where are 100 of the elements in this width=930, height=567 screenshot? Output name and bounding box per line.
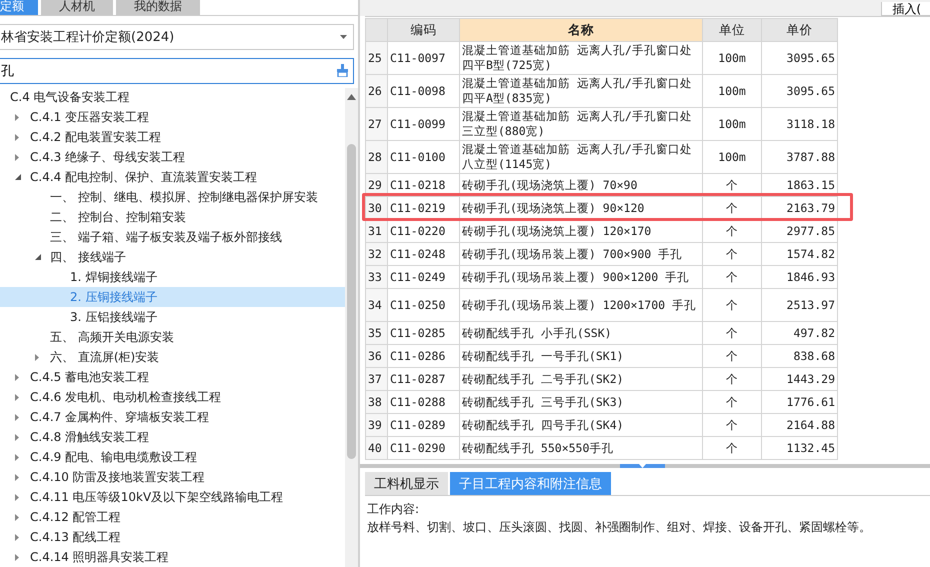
column-header[interactable]: 编码 [388, 18, 460, 42]
tree-item[interactable]: C.4.8 滑触线安装工程 [30, 428, 150, 446]
table-cell: C11-0248 [388, 242, 460, 266]
tree-item[interactable]: 1. 焊铜接线端子 [70, 268, 158, 286]
tree-item[interactable]: C.4.3 绝缘子、母线安装工程 [30, 148, 186, 166]
table-cell: C11-0287 [388, 368, 460, 390]
table-cell: 497.82 [762, 322, 838, 344]
table-cell: 砖砌手孔(现场吊装上覆) 900×1200 手孔 [460, 266, 702, 288]
table-cell: 砖砌配线手孔 三号手孔(SK3) [460, 390, 702, 414]
table-cell: C11-0249 [388, 266, 460, 288]
column-header[interactable]: 单价 [762, 18, 838, 42]
column-header[interactable]: 名称 [460, 18, 702, 42]
tree-item[interactable]: 六、 直流屏(柜)安装 [50, 348, 160, 366]
row-number-cell: 32 [366, 242, 388, 266]
column-header[interactable]: 单位 [702, 18, 762, 42]
collapsed-arrow-icon[interactable] [15, 434, 19, 440]
collapsed-arrow-icon[interactable] [15, 134, 19, 140]
table-cell: 1776.61 [762, 390, 838, 414]
tab[interactable]: 人材机 [41, 0, 113, 15]
scrollbar[interactable] [345, 88, 358, 567]
tree-item[interactable]: 三、 端子箱、端子板安装及端子板外部接线 [50, 228, 282, 246]
table-cell: 个 [702, 220, 762, 242]
tree-item[interactable]: C.4.1 变压器安装工程 [30, 108, 150, 126]
table-cell: 个 [702, 436, 762, 460]
collapsed-arrow-icon[interactable] [15, 514, 19, 520]
table-cell: 个 [702, 322, 762, 344]
brush-icon[interactable] [336, 64, 349, 77]
collapsed-arrow-icon[interactable] [15, 454, 19, 460]
tree-item[interactable]: C.4.14 照明器具安装工程 [30, 548, 169, 566]
dropdown-caret-icon [340, 35, 347, 39]
table-cell: 3095.65 [762, 42, 838, 74]
collapsed-arrow-icon[interactable] [15, 554, 19, 560]
table-cell: 100m [702, 42, 762, 74]
collapsed-arrow-icon[interactable] [15, 394, 19, 400]
row-number-cell: 35 [366, 322, 388, 344]
tree-item[interactable]: C.4.11 电压等级10kV及以下架空线路输电工程 [30, 488, 284, 506]
row-number-cell: 39 [366, 414, 388, 436]
table-cell: 2977.85 [762, 220, 838, 242]
table-cell: 100m [702, 108, 762, 140]
insert-button[interactable]: 插入( [881, 2, 930, 16]
tree-item[interactable]: 一、 控制、继电、模拟屏、控制继电器保护屏安装 [50, 188, 318, 206]
table-cell: C11-0100 [388, 140, 460, 174]
search-field[interactable]: 孔 [0, 58, 354, 84]
row-number-cell: 34 [366, 288, 388, 322]
table-cell: 混凝土管道基础加筋 远离人孔/手孔窗口处八立型(1145宽) [460, 140, 702, 174]
tree-item[interactable]: C.4.13 配线工程 [30, 528, 121, 546]
scroll-up-icon[interactable] [347, 94, 356, 100]
table-cell: C11-0220 [388, 220, 460, 242]
row-number-cell: 26 [366, 74, 388, 108]
table-cell: 个 [702, 266, 762, 288]
table-cell: C11-0098 [388, 74, 460, 108]
table-cell: 个 [702, 414, 762, 436]
tree-item[interactable]: C.4 电气设备安装工程 [10, 89, 130, 106]
row-number-cell: 30 [366, 196, 388, 220]
row-number-cell: 37 [366, 368, 388, 390]
collapsed-arrow-icon[interactable] [15, 154, 19, 160]
collapsed-arrow-icon[interactable] [15, 374, 19, 380]
collapsed-arrow-icon[interactable] [15, 474, 19, 480]
collapsed-arrow-icon[interactable] [35, 354, 39, 360]
collapse-down-icon[interactable] [638, 464, 646, 468]
tree-item[interactable]: C.4.6 发电机、电动机检查接线工程 [30, 388, 222, 406]
tree-item[interactable]: C.4.7 金属构件、穿墙板安装工程 [30, 408, 210, 426]
row-number-cell: 31 [366, 220, 388, 242]
tab[interactable]: 我的数据 [116, 0, 200, 15]
table-cell: C11-0250 [388, 288, 460, 322]
collapsed-arrow-icon[interactable] [15, 534, 19, 540]
table-cell: C11-0285 [388, 322, 460, 344]
collapsed-arrow-icon[interactable] [15, 114, 19, 120]
table-cell: 砖砌手孔(现场浇筑上覆) 70×90 [460, 174, 702, 196]
tree-item[interactable]: 四、 接线端子 [50, 248, 126, 266]
tree-item[interactable]: 3. 压铝接线端子 [70, 308, 158, 326]
tree-item[interactable]: C.4.5 蓄电池安装工程 [30, 368, 150, 386]
table-cell: 个 [702, 288, 762, 322]
splitter-handle[interactable] [620, 464, 664, 468]
collapsed-arrow-icon[interactable] [15, 414, 19, 420]
collapsed-arrow-icon[interactable] [15, 494, 19, 500]
table-cell: 砖砌手孔(现场吊装上覆) 1200×1700 手孔 [460, 288, 702, 322]
table-cell: 3787.88 [762, 140, 838, 174]
tree-item[interactable]: C.4.12 配管工程 [30, 508, 121, 526]
table-cell: 砖砌配线手孔 一号手孔(SK1) [460, 344, 702, 368]
expanded-arrow-icon[interactable] [15, 174, 21, 180]
tree-item[interactable]: 二、 控制台、控制箱安装 [50, 208, 186, 226]
table-cell: 838.68 [762, 344, 838, 368]
row-number-cell: 36 [366, 344, 388, 368]
scroll-thumb[interactable] [347, 144, 356, 459]
row-number-cell: 38 [366, 390, 388, 414]
expanded-arrow-icon[interactable] [35, 254, 41, 260]
table-cell: 砖砌手孔(现场吊装上覆) 700×900 手孔 [460, 242, 702, 266]
table-cell: 个 [702, 174, 762, 196]
tab[interactable]: 工料机显示 [365, 472, 448, 495]
table-cell: 砖砌配线手孔 四号手孔(SK4) [460, 414, 702, 436]
tree-item[interactable]: C.4.4 配电控制、保护、直流装置安装工程 [30, 168, 258, 186]
table-cell: 1846.93 [762, 266, 838, 288]
tree-item[interactable]: C.4.2 配电装置安装工程 [30, 128, 162, 146]
tree-item[interactable]: C.4.10 防雷及接地装置安装工程 [30, 468, 205, 486]
library-dropdown[interactable]: 林省安装工程计价定额(2024) [0, 24, 354, 50]
tree-item[interactable]: 五、 高频开关电源安装 [50, 328, 174, 346]
tree-item[interactable]: C.4.9 配电、输电电缆敷设工程 [30, 448, 198, 466]
table-cell: C11-0290 [388, 436, 460, 460]
table-cell: C11-0219 [388, 196, 460, 220]
